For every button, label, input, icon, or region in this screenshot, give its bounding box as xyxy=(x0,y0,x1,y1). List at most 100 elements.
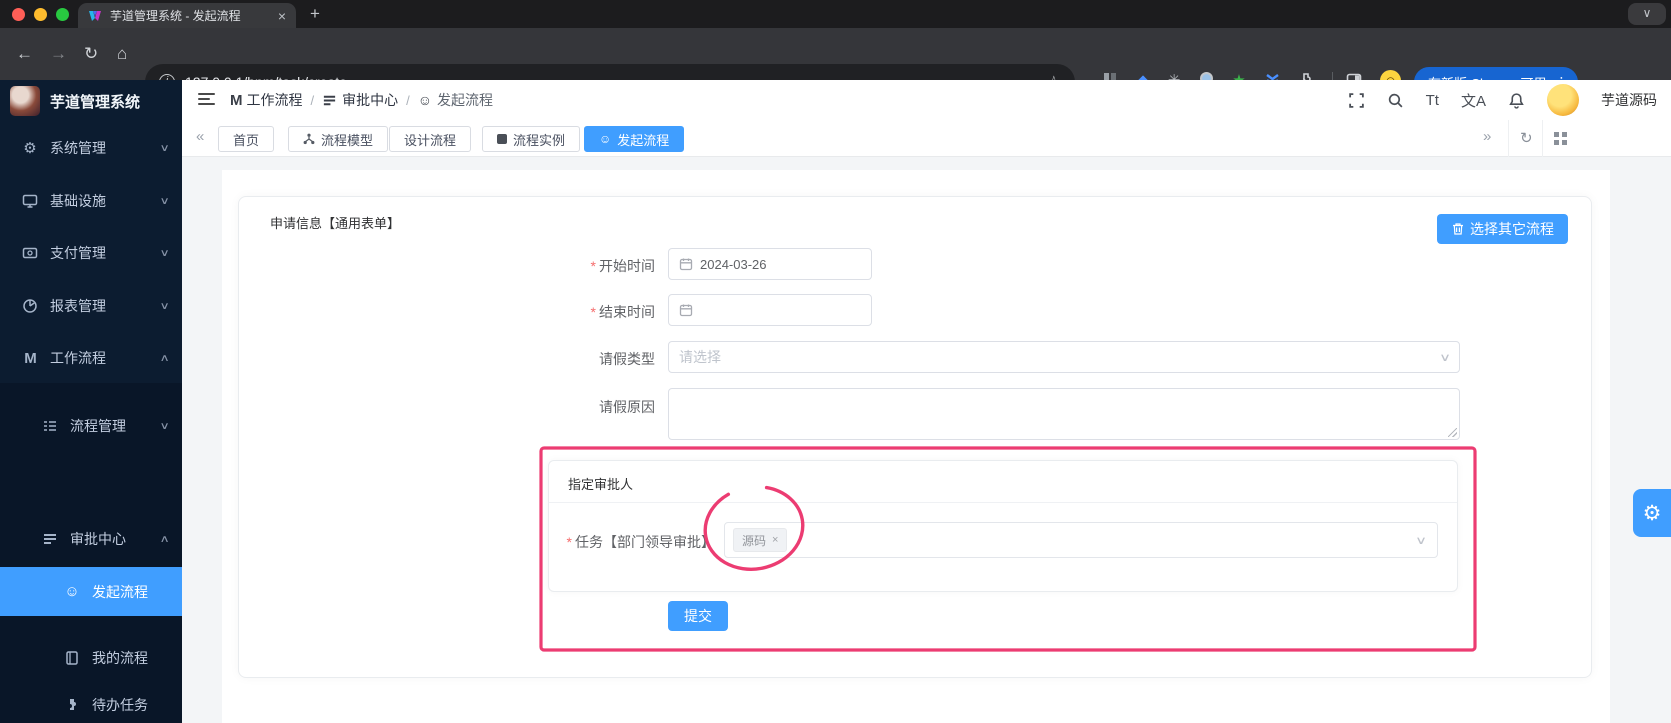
user-name[interactable]: 芋道源码 xyxy=(1601,90,1657,110)
sidebar-item-todo-task[interactable]: 待办任务 xyxy=(0,684,182,723)
sidebar: 芋道管理系统 ⚙ 系统管理 ∨ 基础设施 ∨ 支付管理 ∨ 报表管理 ∨ M 工… xyxy=(0,80,182,723)
resize-grip-icon[interactable] xyxy=(1448,428,1457,437)
chevron-down-icon: ∨ xyxy=(1438,351,1452,364)
sidebar-item-label: 支付管理 xyxy=(50,245,106,261)
sidebar-item-approval-center[interactable]: 审批中心 ∧ xyxy=(0,518,182,560)
sidebar-item-system[interactable]: ⚙ 系统管理 ∨ xyxy=(0,127,182,169)
branch-icon xyxy=(303,133,315,145)
layout-grid-icon[interactable] xyxy=(1554,132,1567,145)
translate-icon[interactable]: 文A xyxy=(1461,90,1486,111)
smiley-icon: ☺ xyxy=(417,92,433,108)
page-tab-home[interactable]: 首页 xyxy=(218,126,275,152)
approver-section-title: 指定审批人 xyxy=(568,477,634,492)
choose-other-process-button[interactable]: 选择其它流程 xyxy=(1437,214,1568,244)
smiley-icon: ☺ xyxy=(64,583,80,600)
chevron-down-icon: ∨ xyxy=(159,142,170,154)
required-marker: * xyxy=(590,304,596,320)
back-icon[interactable]: ← xyxy=(16,42,33,66)
task-approver-label: * 任务【部门领导审批】 xyxy=(566,534,715,550)
user-avatar[interactable] xyxy=(1547,84,1579,116)
submit-button[interactable]: 提交 xyxy=(668,601,728,631)
sidebar-item-create-process[interactable]: ☺ 发起流程 xyxy=(0,567,182,616)
book-icon xyxy=(64,650,80,666)
menu-collapse-icon[interactable] xyxy=(198,93,215,106)
choose-other-label: 选择其它流程 xyxy=(1470,221,1554,237)
tag-label: 源码 xyxy=(742,533,767,548)
sidebar-item-my-process[interactable]: 我的流程 xyxy=(0,637,182,679)
window-zoom-button[interactable] xyxy=(56,8,69,21)
page-tab-design-process[interactable]: 设计流程 xyxy=(389,126,472,152)
pie-chart-icon xyxy=(22,298,38,314)
sidebar-item-label: 我的流程 xyxy=(92,650,148,666)
breadcrumb-label: 发起流程 xyxy=(437,92,494,108)
start-time-label: * 开始时间 xyxy=(590,258,655,274)
breadcrumb-item-workflow[interactable]: M 工作流程 xyxy=(230,90,303,110)
stacked-bars-icon xyxy=(42,531,58,547)
tabbar-separator xyxy=(1508,120,1509,157)
end-time-input[interactable] xyxy=(668,294,872,326)
start-time-input[interactable]: 2024-03-26 xyxy=(668,248,872,280)
window-minimize-button[interactable] xyxy=(34,8,47,21)
form-title: 申请信息【通用表单】 xyxy=(270,216,401,231)
wallet-icon xyxy=(22,245,38,261)
new-tab-button[interactable]: + xyxy=(310,4,320,24)
task-approver-select[interactable]: 源码 × ∨ xyxy=(724,522,1438,558)
reload-icon[interactable]: ↻ xyxy=(84,42,98,66)
sidebar-item-label: 报表管理 xyxy=(50,298,106,314)
tabs-scroll-right-icon[interactable]: » xyxy=(1483,128,1491,145)
sidebar-submenu: 流程管理 ∨ 审批中心 ∧ ☺ 发起流程 我的流程 待办任务 xyxy=(0,383,182,723)
required-marker: * xyxy=(590,258,596,274)
sidebar-item-label: 流程管理 xyxy=(70,418,126,434)
logo-avatar xyxy=(10,86,40,116)
app-title: 芋道管理系统 xyxy=(50,93,141,111)
page-tab-label: 设计流程 xyxy=(404,132,457,148)
page-tab-process-instance[interactable]: 流程实例 xyxy=(482,126,581,152)
app-logo[interactable]: 芋道管理系统 xyxy=(0,80,182,122)
page-tab-process-model[interactable]: 流程模型 xyxy=(288,126,389,152)
breadcrumb-item-approval-center[interactable]: 审批中心 xyxy=(322,90,398,110)
sidebar-item-payment[interactable]: 支付管理 ∨ xyxy=(0,232,182,274)
tag-close-icon[interactable]: × xyxy=(772,534,778,546)
start-time-value: 2024-03-26 xyxy=(700,256,767,272)
tab-search-button[interactable]: ∨ xyxy=(1628,3,1666,25)
leave-reason-textarea[interactable] xyxy=(668,388,1460,440)
sidebar-item-infra[interactable]: 基础设施 ∨ xyxy=(0,180,182,222)
workflow-m-icon: M xyxy=(24,349,37,367)
tabs-scroll-left-icon[interactable]: « xyxy=(196,128,204,145)
settings-gear-button[interactable]: ⚙ xyxy=(1633,489,1671,537)
search-icon[interactable] xyxy=(1387,92,1404,109)
required-marker: * xyxy=(566,534,572,550)
refresh-icon[interactable]: ↻ xyxy=(1520,129,1533,147)
forward-icon[interactable]: → xyxy=(50,42,67,66)
leave-type-select[interactable]: 请选择 ∨ xyxy=(668,341,1460,373)
fullscreen-icon[interactable] xyxy=(1348,92,1365,109)
home-icon[interactable]: ⌂ xyxy=(117,42,127,66)
header-actions: Tt 文A 芋道源码 xyxy=(1348,80,1657,120)
tab-close-icon[interactable]: × xyxy=(278,9,286,23)
sidebar-item-process-mgmt[interactable]: 流程管理 ∨ xyxy=(0,405,182,447)
page-tab-create-process[interactable]: ☺ 发起流程 xyxy=(584,126,685,152)
puzzle-icon xyxy=(64,697,80,713)
font-size-icon[interactable]: Tt xyxy=(1426,92,1439,109)
page-tab-label: 流程实例 xyxy=(513,132,566,148)
sidebar-item-report[interactable]: 报表管理 ∨ xyxy=(0,285,182,327)
sidebar-item-label: 发起流程 xyxy=(92,583,148,600)
sidebar-item-workflow[interactable]: M 工作流程 ∧ xyxy=(0,337,182,379)
sidebar-item-label: 基础设施 xyxy=(50,193,106,209)
leave-reason-label: 请假原因 xyxy=(599,399,655,415)
window-close-button[interactable] xyxy=(12,8,25,21)
tabbar-separator xyxy=(1542,120,1543,157)
approver-divider xyxy=(549,502,1457,503)
tab-title: 芋道管理系统 - 发起流程 xyxy=(110,9,241,23)
chevron-down-icon: ∨ xyxy=(159,420,170,432)
bell-icon[interactable] xyxy=(1508,92,1525,109)
trash-icon xyxy=(1453,223,1463,235)
browser-toolbar: ← → ↻ ⌂ i 127.0.0.1/bpm/task/create ☆ 7 … xyxy=(0,28,1671,100)
stacked-bars-icon xyxy=(322,93,337,108)
leave-type-label: 请假类型 xyxy=(599,351,655,367)
monitor-icon xyxy=(22,193,38,209)
select-placeholder: 请选择 xyxy=(679,349,721,365)
breadcrumb: M 工作流程 / 审批中心 / ☺ 发起流程 xyxy=(230,80,493,120)
browser-tab[interactable]: 芋道管理系统 - 发起流程 × xyxy=(78,3,296,28)
chevron-up-icon: ∧ xyxy=(159,352,170,364)
